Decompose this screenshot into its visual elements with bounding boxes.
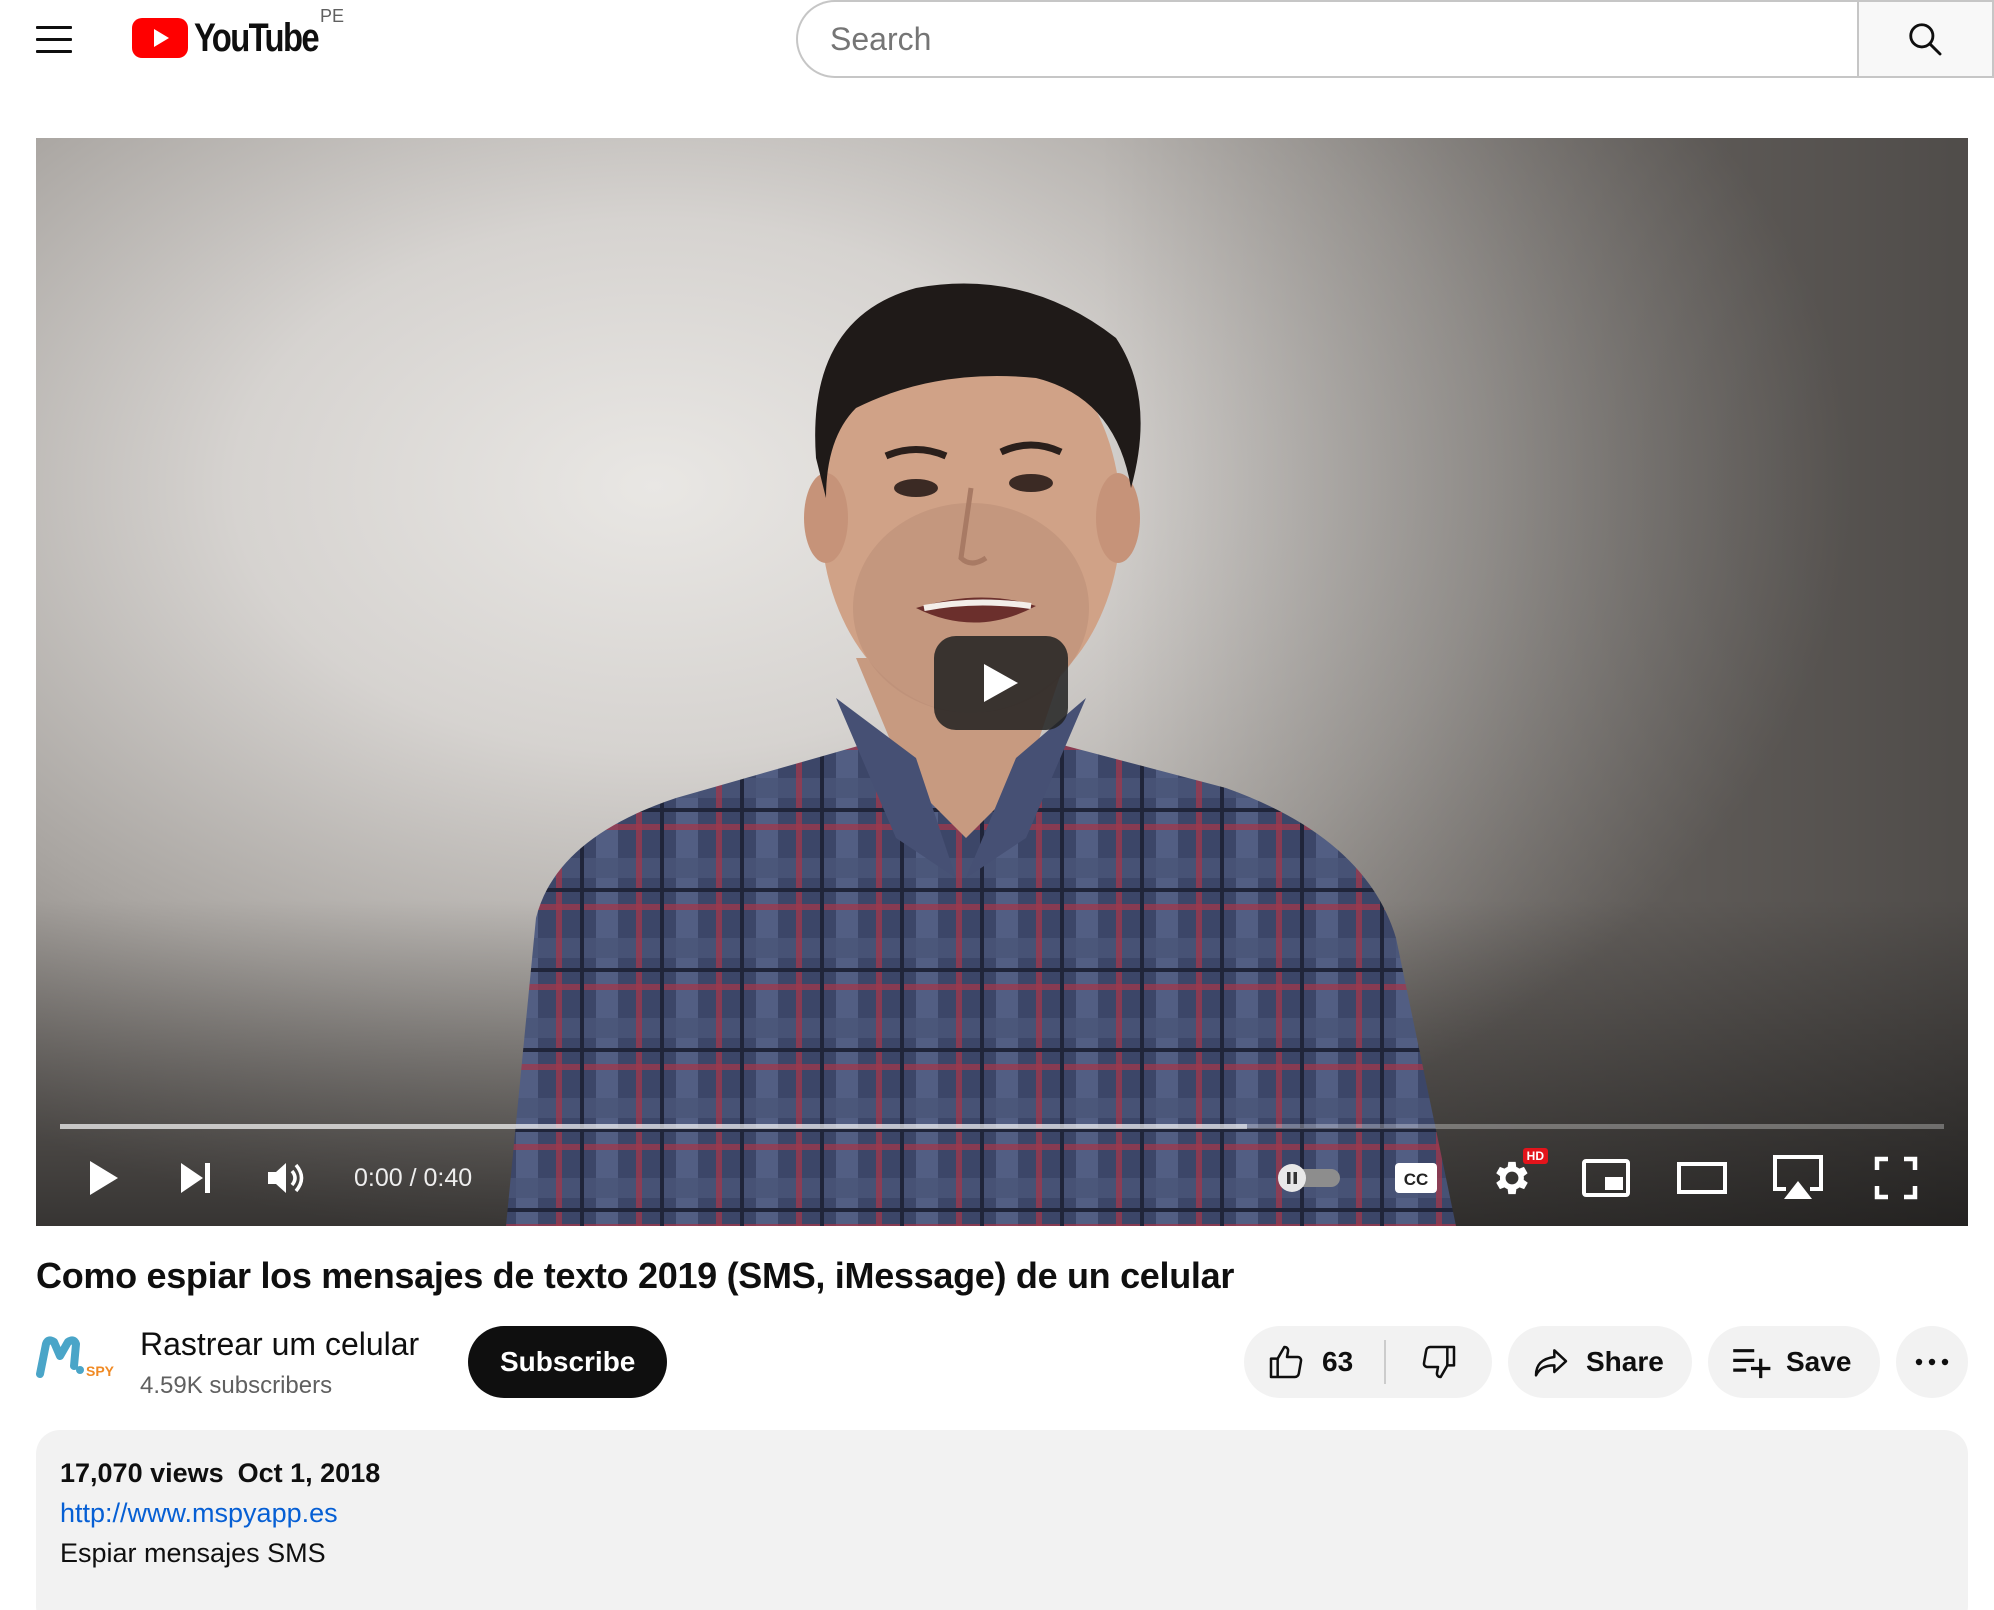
- description-box[interactable]: 17,070 views Oct 1, 2018 http://www.mspya…: [36, 1430, 1968, 1610]
- search-box: [796, 0, 1994, 78]
- svg-text:CC: CC: [1404, 1170, 1429, 1189]
- more-horizontal-icon: [1915, 1358, 1949, 1366]
- like-button[interactable]: 63: [1244, 1326, 1384, 1398]
- search-button[interactable]: [1856, 0, 1994, 78]
- miniplayer-icon: [1582, 1159, 1630, 1197]
- mspy-logo-icon: SPY: [36, 1336, 115, 1379]
- video-title: Como espiar los mensajes de texto 2019 (…: [36, 1255, 1235, 1296]
- closed-captions-icon: CC: [1395, 1163, 1437, 1193]
- play-icon: [90, 1161, 118, 1195]
- time-separator: /: [409, 1164, 417, 1192]
- upload-date: Oct 1, 2018: [237, 1458, 381, 1488]
- search-input[interactable]: [796, 0, 1857, 78]
- autoplay-toggle-icon: [1278, 1164, 1340, 1192]
- thumbs-down-icon: [1422, 1345, 1456, 1379]
- subscriber-count: 4.59K subscribers: [140, 1372, 333, 1399]
- channel-avatar[interactable]: SPY: [36, 1330, 116, 1386]
- player-controls: 0:00 / 0:40 CC HD: [36, 1138, 1968, 1222]
- subscribe-button[interactable]: Subscribe: [468, 1326, 668, 1398]
- next-button[interactable]: [168, 1148, 224, 1208]
- guide-menu-button[interactable]: [36, 18, 84, 60]
- more-actions-button[interactable]: [1896, 1326, 1968, 1398]
- description-text: Espiar mensajes SMS: [60, 1538, 326, 1568]
- miniplayer-button[interactable]: [1576, 1148, 1636, 1208]
- captions-button[interactable]: CC: [1386, 1148, 1446, 1208]
- settings-button[interactable]: HD: [1482, 1148, 1548, 1208]
- autoplay-toggle[interactable]: [1274, 1148, 1346, 1208]
- add-to-playlist-icon: [1733, 1349, 1771, 1379]
- theater-mode-icon: [1677, 1162, 1727, 1194]
- masthead: YouTube PE: [0, 0, 1994, 80]
- save-label: Save: [1786, 1346, 1852, 1377]
- thumbs-up-icon: [1269, 1345, 1303, 1379]
- mute-button[interactable]: [260, 1148, 316, 1208]
- play-icon: [984, 664, 1018, 702]
- progress-bar[interactable]: [60, 1124, 1944, 1129]
- fullscreen-icon: [1874, 1156, 1918, 1200]
- channel-name[interactable]: Rastrear um celular: [140, 1326, 419, 1363]
- youtube-logo-link[interactable]: YouTube: [132, 14, 345, 62]
- airplay-icon: [1773, 1155, 1823, 1199]
- view-count: 17,070 views: [60, 1458, 224, 1488]
- svg-text:SPY: SPY: [86, 1363, 115, 1379]
- youtube-play-logo-icon: [132, 18, 188, 58]
- video-player[interactable]: 0:00 / 0:40 CC HD: [36, 138, 1968, 1226]
- theater-mode-button[interactable]: [1672, 1148, 1732, 1208]
- large-play-button[interactable]: [934, 636, 1068, 730]
- progress-buffered: [60, 1124, 1247, 1129]
- hd-badge: HD: [1522, 1148, 1548, 1164]
- country-code: PE: [320, 6, 345, 26]
- description-link[interactable]: http://www.mspyapp.es: [60, 1498, 338, 1529]
- owner-actions-row: SPY Rastrear um celular 4.59K subscriber…: [36, 1320, 1968, 1404]
- dislike-button[interactable]: [1386, 1326, 1492, 1398]
- volume-icon: [268, 1163, 304, 1193]
- logo-wordmark: YouTube: [194, 16, 320, 60]
- time-current: 0:00: [354, 1164, 403, 1192]
- like-count: 63: [1322, 1346, 1354, 1377]
- search-icon: [1909, 23, 1942, 56]
- play-button[interactable]: [76, 1148, 132, 1208]
- time-display: 0:00 / 0:40: [354, 1164, 472, 1193]
- time-duration: 0:40: [423, 1164, 473, 1192]
- like-dislike-group: 63: [1244, 1326, 1492, 1398]
- airplay-button[interactable]: [1766, 1148, 1830, 1208]
- description-meta: 17,070 views Oct 1, 2018: [60, 1458, 380, 1489]
- fullscreen-button[interactable]: [1866, 1148, 1926, 1208]
- save-button[interactable]: Save: [1708, 1326, 1880, 1398]
- share-icon: [1534, 1349, 1568, 1377]
- hamburger-icon: [36, 25, 72, 29]
- share-button[interactable]: Share: [1508, 1326, 1692, 1398]
- share-label: Share: [1586, 1346, 1664, 1377]
- youtube-watch-page: YouTube PE Search 0:00 / 0:40 CC HD Como…: [0, 0, 1994, 1610]
- skip-next-icon: [181, 1163, 210, 1193]
